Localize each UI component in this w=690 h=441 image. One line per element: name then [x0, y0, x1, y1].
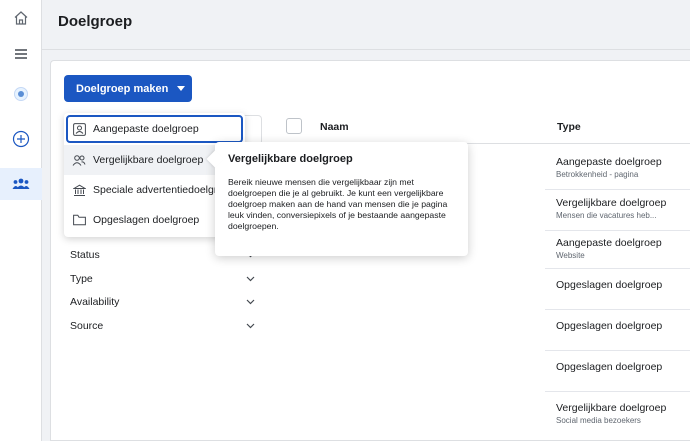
table-row[interactable]: Vergelijkbare doelgroep Mensen die vacat…: [556, 197, 690, 220]
type-cell: Opgeslagen doelgroep: [556, 279, 663, 291]
create-audience-button-label: Doelgroep maken: [76, 82, 169, 95]
tooltip-title: Vergelijkbare doelgroep: [228, 153, 353, 165]
table-row[interactable]: Opgeslagen doelgroep: [556, 320, 690, 332]
type-cell: Opgeslagen doelgroep: [556, 361, 663, 373]
filter-type[interactable]: Type: [70, 271, 255, 287]
menu-item-label: Opgeslagen doelgroep: [93, 214, 200, 226]
filter-source[interactable]: Source: [70, 318, 255, 334]
page-header: Doelgroep: [42, 0, 690, 50]
column-header-type[interactable]: Type: [557, 121, 581, 133]
chevron-down-icon: [245, 274, 255, 284]
lookalike-tooltip: Vergelijkbare doelgroep Bereik nieuwe me…: [215, 142, 468, 256]
table-row[interactable]: Vergelijkbare doelgroep Social media bez…: [556, 402, 690, 425]
filter-label: Source: [70, 320, 104, 332]
tooltip-body: Bereik nieuwe mensen die vergelijkbaar z…: [228, 177, 448, 231]
menu-item-label: Aangepaste doelgroep: [93, 123, 199, 135]
menu-item-label: Vergelijkbare doelgroep: [93, 154, 204, 166]
select-all-checkbox[interactable]: [286, 118, 302, 134]
left-navigation-rail: [0, 0, 42, 441]
lookalike-audience-icon: [72, 153, 86, 167]
menu-item-custom-audience[interactable]: Aangepaste doelgroep: [66, 115, 243, 143]
row-divider: [545, 268, 690, 269]
type-cell: Vergelijkbare doelgroep: [556, 197, 667, 209]
type-subtext: Betrokkenheid - pagina: [556, 170, 639, 179]
type-cell: Aangepaste doelgroep: [556, 237, 662, 249]
type-subtext: Social media bezoekers: [556, 416, 641, 425]
row-divider: [545, 391, 690, 392]
row-divider: [545, 189, 690, 190]
column-header-name[interactable]: Naam: [320, 121, 349, 133]
table-row[interactable]: Opgeslagen doelgroep: [556, 361, 690, 373]
chevron-down-icon: [245, 297, 255, 307]
special-audience-icon: [72, 183, 86, 197]
menu-icon[interactable]: [0, 40, 42, 68]
type-subtext: Mensen die vacatures heb...: [556, 211, 657, 220]
row-divider: [545, 230, 690, 231]
home-icon[interactable]: [0, 4, 42, 32]
filter-label: Type: [70, 273, 93, 285]
audiences-icon[interactable]: [0, 168, 42, 200]
type-subtext: Website: [556, 251, 585, 260]
menu-item-label: Speciale advertentiedoelgroep: [93, 184, 235, 196]
folder-icon: [72, 213, 86, 227]
create-audience-button[interactable]: Doelgroep maken: [64, 75, 192, 102]
account-icon[interactable]: [0, 80, 42, 108]
custom-audience-icon: [72, 122, 86, 136]
row-divider: [545, 350, 690, 351]
type-cell: Opgeslagen doelgroep: [556, 320, 663, 332]
page-title: Doelgroep: [58, 13, 133, 30]
chevron-down-icon: [245, 321, 255, 331]
table-row[interactable]: Opgeslagen doelgroep: [556, 279, 690, 291]
filter-availability[interactable]: Availability: [70, 294, 255, 310]
table-row[interactable]: Aangepaste doelgroep Website: [556, 237, 690, 260]
row-divider: [545, 309, 690, 310]
table-header: Naam Type: [277, 111, 690, 144]
filter-panel-edge: [244, 115, 262, 145]
type-cell: Aangepaste doelgroep: [556, 156, 662, 168]
caret-down-icon: [177, 86, 186, 91]
add-icon[interactable]: [0, 125, 42, 153]
filter-label: Status: [70, 249, 100, 261]
filter-label: Availability: [70, 296, 120, 308]
table-row[interactable]: Aangepaste doelgroep Betrokkenheid - pag…: [556, 156, 690, 179]
type-cell: Vergelijkbare doelgroep: [556, 402, 667, 414]
